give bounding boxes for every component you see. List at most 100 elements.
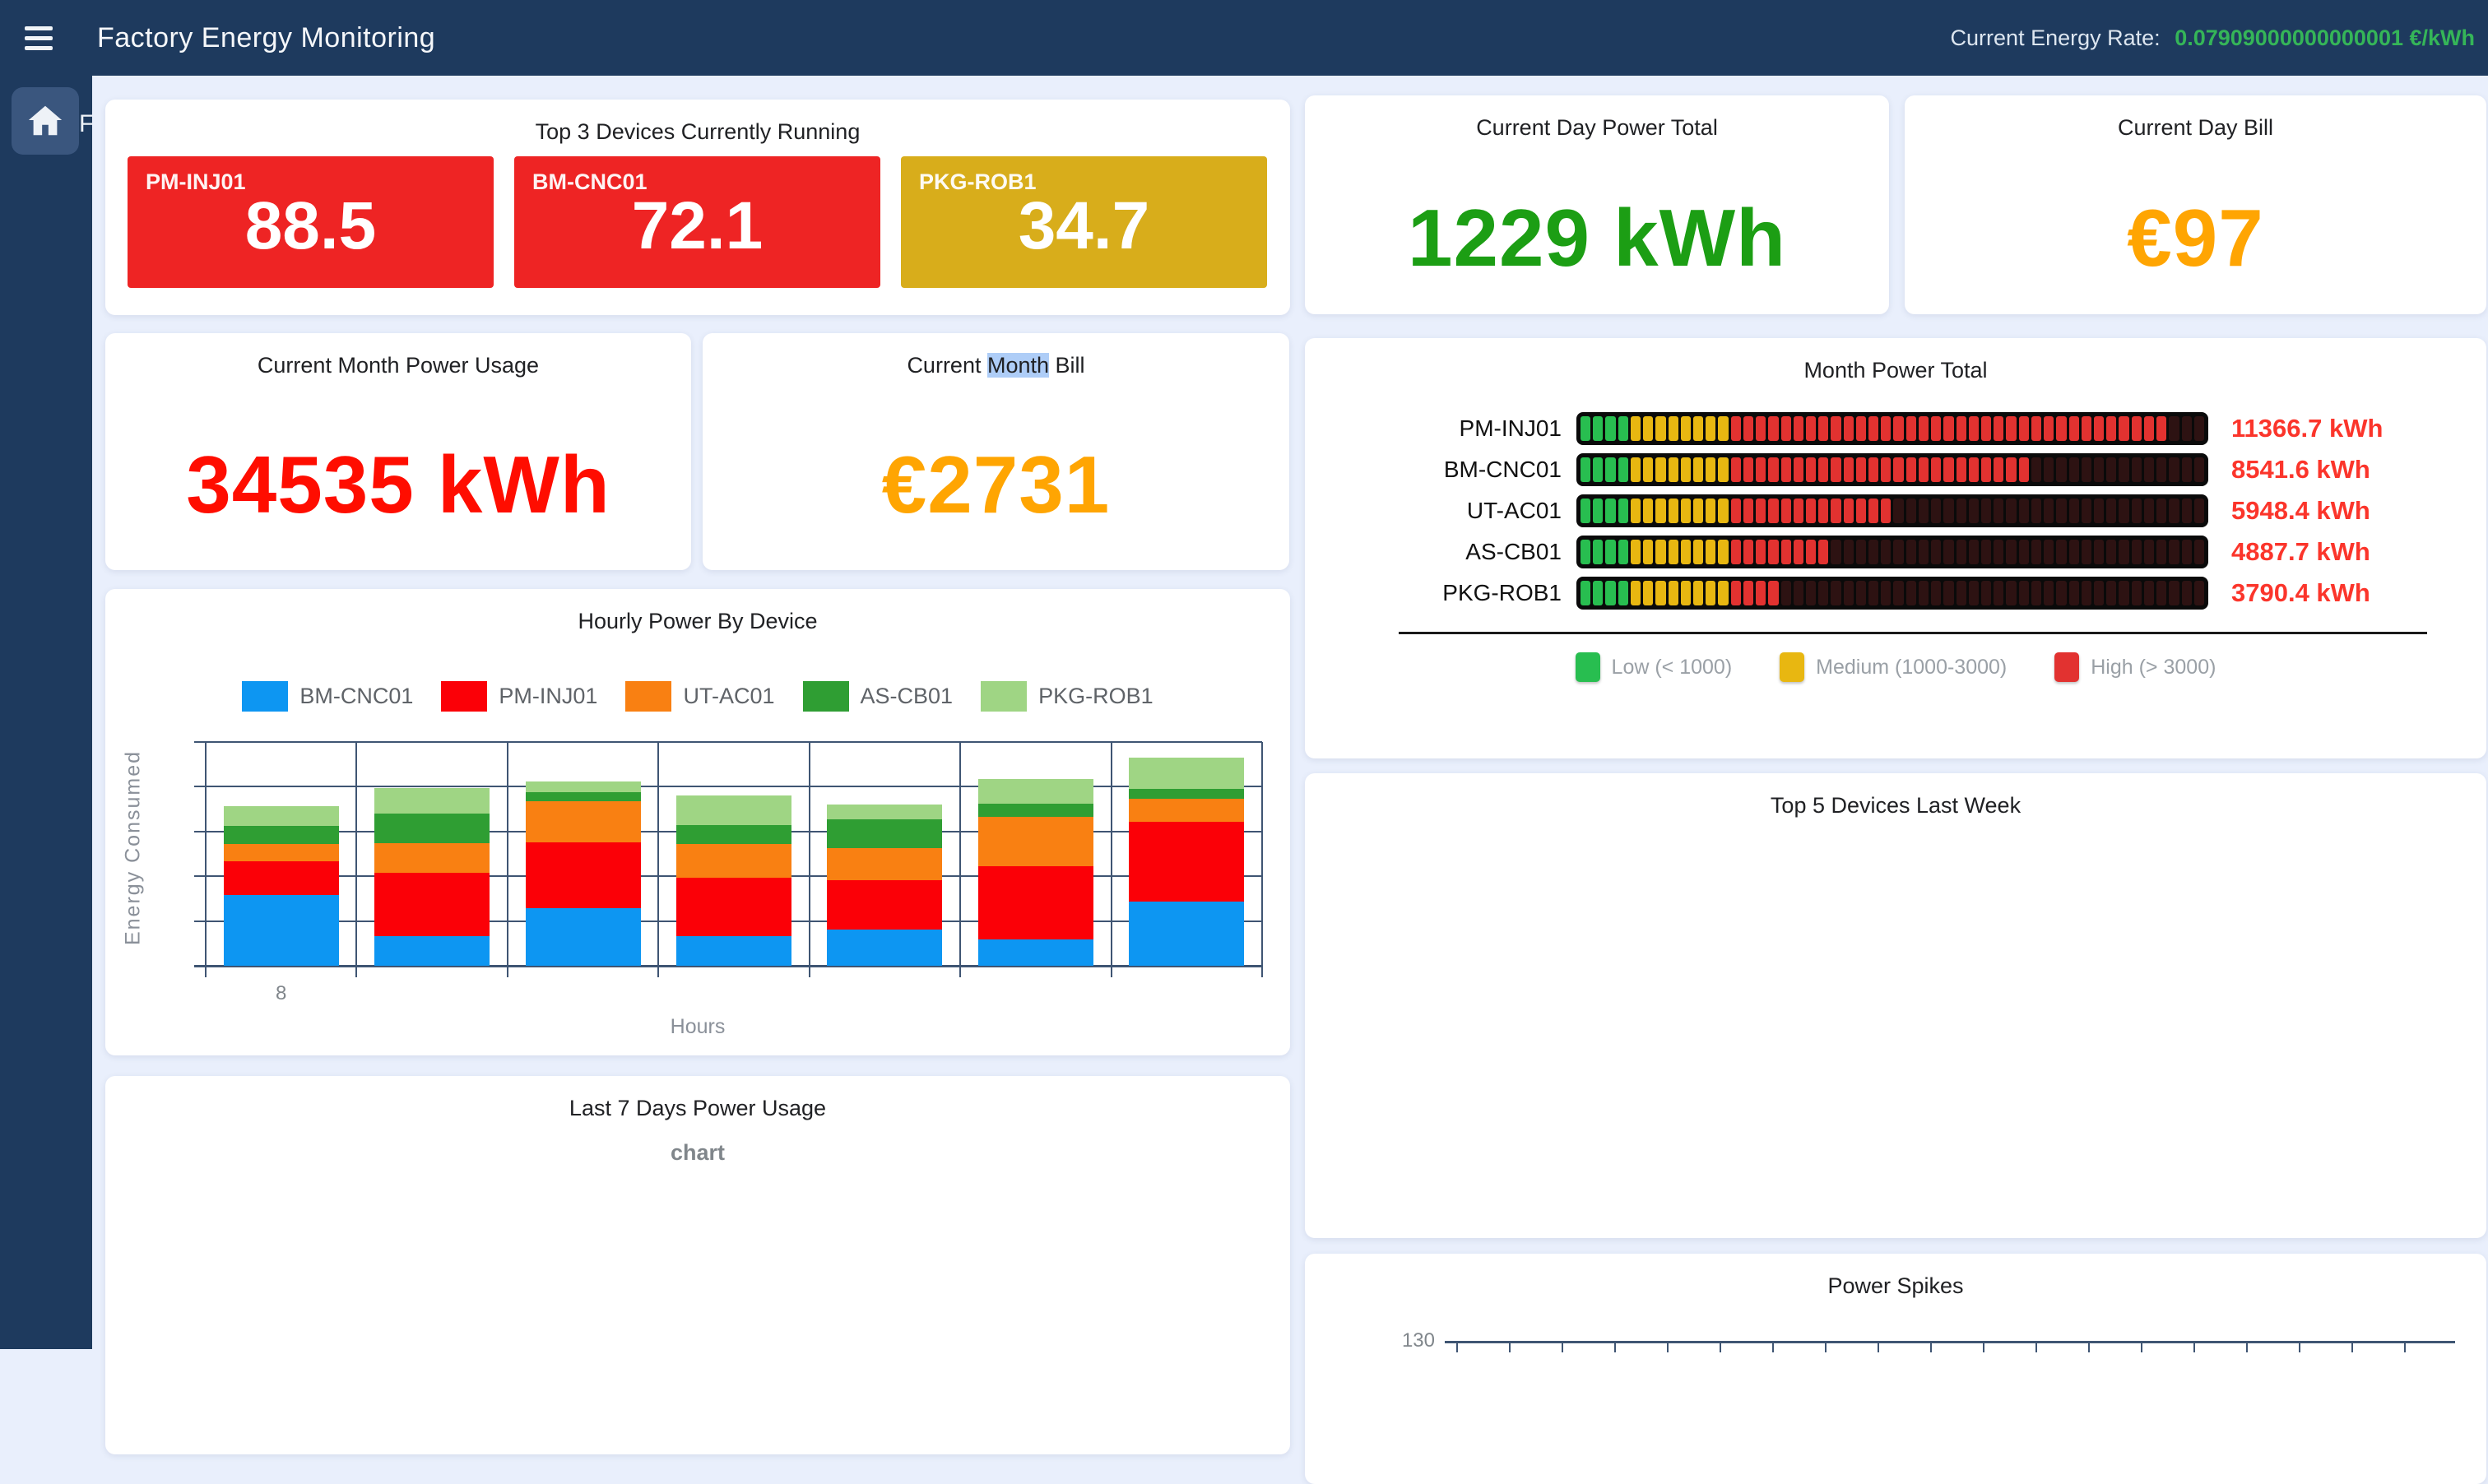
gauge-segment <box>1718 540 1728 564</box>
legend-label: UT-AC01 <box>683 684 774 709</box>
gauge-segment <box>1643 581 1653 605</box>
gauge-device-label: PKG-ROB1 <box>1321 580 1576 606</box>
gauge-segment <box>2006 499 2016 523</box>
gauge-segment <box>1969 499 1979 523</box>
legend-swatch <box>803 681 849 712</box>
sidebar-item-home[interactable] <box>12 87 79 155</box>
gauge-segment <box>2132 581 2142 605</box>
chart-title: Last 7 Days Power Usage <box>105 1076 1290 1121</box>
gauge-segment <box>2082 499 2091 523</box>
card-current-day-power-total: Current Day Power Total 1229 kWh <box>1305 95 1889 314</box>
card-top3-devices: Top 3 Devices Currently Running PM-INJ01… <box>105 100 1290 315</box>
gauge-segment <box>1781 416 1791 441</box>
gauge-segment <box>2169 457 2179 482</box>
gauge-segment <box>2182 457 2192 482</box>
gauge-segment <box>1844 499 1854 523</box>
card-last-7-days-power-usage: Last 7 Days Power Usage chart <box>105 1076 1290 1454</box>
gauge-segment <box>1831 540 1840 564</box>
gauge-segment <box>1856 416 1866 441</box>
gauge-segment <box>2031 499 2041 523</box>
gauge-segment <box>1943 499 1953 523</box>
gauge-segment <box>1593 581 1603 605</box>
day-power-total-value: 1229 kWh <box>1408 192 1786 285</box>
bar-segment-AS-CB01 <box>374 814 490 843</box>
gauge-segment <box>1931 540 1941 564</box>
gauge-segment <box>1919 499 1929 523</box>
chart-subtitle: chart <box>105 1140 1290 1166</box>
gauge-segment <box>1994 540 2003 564</box>
gauge-segment <box>2019 581 2029 605</box>
gauge-segment <box>1957 416 1966 441</box>
gauge-segment <box>1906 581 1916 605</box>
legend-label: BM-CNC01 <box>299 684 413 709</box>
gauge-segment <box>1893 581 1903 605</box>
gauge-segment <box>2056 540 2066 564</box>
gauge-segment <box>2031 581 2041 605</box>
gauge-segment <box>1743 499 1753 523</box>
gauge-segment <box>1844 416 1854 441</box>
gauge-segment <box>1655 581 1665 605</box>
gauge-segment <box>1706 457 1715 482</box>
gauge-segment <box>1931 499 1941 523</box>
menu-icon[interactable] <box>18 13 71 63</box>
gauge-segment <box>1994 499 2003 523</box>
gauge-segment <box>1718 416 1728 441</box>
gauge-segment <box>1856 499 1866 523</box>
gauge-segment <box>2132 499 2142 523</box>
gauge-segment <box>2069 416 2079 441</box>
gauge-segment <box>1681 581 1691 605</box>
gauge-segment <box>1743 457 1753 482</box>
gauge-segment <box>1931 416 1941 441</box>
gauge-segment <box>2156 581 2166 605</box>
gauge-segment <box>1794 540 1803 564</box>
bar-segment-PM-INJ01 <box>374 873 490 936</box>
gauge-row-PM-INJ01: PM-INJ0111366.7 kWh <box>1321 412 2470 445</box>
gauge-segment <box>1681 457 1691 482</box>
gauge-segment <box>1681 540 1691 564</box>
card-title: Current Month Bill <box>703 333 1289 378</box>
gauge-segment <box>2119 457 2128 482</box>
gridline <box>507 742 508 977</box>
legend-item: High (> 3000) <box>2054 652 2216 682</box>
card-power-spikes: Power Spikes 130 <box>1305 1254 2486 1484</box>
gauge-segment <box>1706 581 1715 605</box>
card-title: Current Month Power Usage <box>105 333 691 378</box>
gauge-segment <box>1756 416 1766 441</box>
y-axis-title: Energy Consumed <box>122 741 146 955</box>
x-tick-label: 8 <box>206 982 356 1005</box>
gauge-segment <box>2069 540 2079 564</box>
bar-segment-PM-INJ01 <box>526 842 641 909</box>
gauge-segment <box>2182 581 2192 605</box>
gauge-segment <box>1856 457 1866 482</box>
bar-segment-UT-AC01 <box>1129 799 1244 822</box>
gauge-segment <box>2106 457 2116 482</box>
bar-segment-PM-INJ01 <box>978 866 1093 939</box>
gauge-segment <box>2094 540 2104 564</box>
gauge-segment <box>2044 581 2054 605</box>
gauge-segment <box>2106 499 2116 523</box>
gauge-segment <box>2006 540 2016 564</box>
bar-segment-PKG-ROB1 <box>676 795 791 825</box>
gauge-segment <box>1919 540 1929 564</box>
gauge-segment <box>2019 499 2029 523</box>
gauge-segment <box>1881 540 1891 564</box>
gauge-segment <box>1906 416 1916 441</box>
sidebar-clipped-label: F <box>79 110 92 138</box>
gauge-segment <box>1669 581 1678 605</box>
energy-rate-label: Current Energy Rate: <box>1951 26 2161 50</box>
gauge-device-label: BM-CNC01 <box>1321 457 1576 483</box>
top-app-bar: Factory Energy Monitoring Current Energy… <box>0 0 2488 76</box>
gauge-segment <box>1881 581 1891 605</box>
gauge-segment <box>2006 457 2016 482</box>
gauge-segment <box>1969 540 1979 564</box>
legend-swatch <box>1576 652 1600 682</box>
gauge-segment <box>2144 581 2154 605</box>
gauge-row-UT-AC01: UT-AC015948.4 kWh <box>1321 494 2470 527</box>
gauge-segment <box>1643 457 1653 482</box>
gauge-bar <box>1576 577 2208 610</box>
gauge-segment <box>1643 416 1653 441</box>
bar-segment-PKG-ROB1 <box>1129 758 1244 789</box>
device-value: 34.7 <box>901 188 1267 265</box>
gauge-segment <box>1669 457 1678 482</box>
bar-segment-PKG-ROB1 <box>978 779 1093 804</box>
